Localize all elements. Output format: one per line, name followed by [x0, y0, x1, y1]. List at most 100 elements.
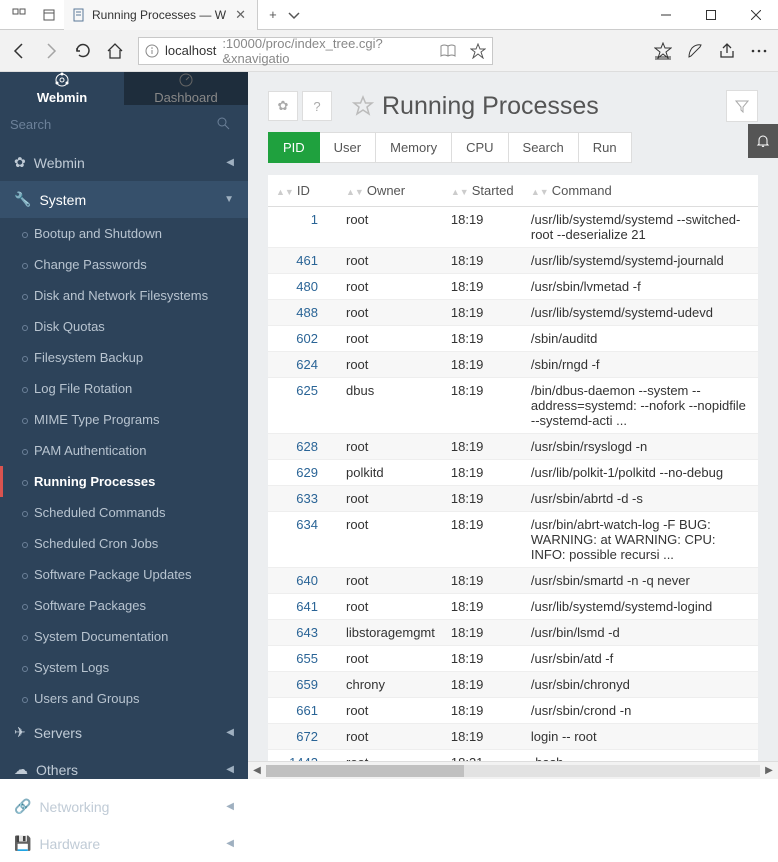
sidebar-item-filesystem-backup[interactable]: Filesystem Backup — [0, 342, 248, 373]
sidebar-item-software-package-updates[interactable]: Software Package Updates — [0, 559, 248, 590]
scroll-left-icon[interactable]: ◀ — [248, 765, 266, 776]
maximize-button[interactable] — [688, 0, 733, 30]
menu-group-networking[interactable]: 🔗Networking◀ — [0, 788, 248, 825]
address-bar[interactable]: localhost:10000/proc/index_tree.cgi?&xna… — [138, 37, 493, 65]
minimize-button[interactable] — [643, 0, 688, 30]
close-window-button[interactable] — [733, 0, 778, 30]
pid-link[interactable]: 488 — [296, 305, 318, 320]
pid-link[interactable]: 634 — [296, 517, 318, 532]
help-button[interactable]: ? — [302, 91, 332, 121]
new-tab-button[interactable]: + — [258, 7, 288, 22]
menu-group-system[interactable]: 🔧 System▼ — [0, 181, 248, 218]
table-row: 661root18:19/usr/sbin/crond -n — [268, 698, 758, 724]
command-cell: /bin/dbus-daemon --system --address=syst… — [523, 378, 758, 434]
share-button[interactable] — [718, 42, 736, 60]
sidebar-item-pam-authentication[interactable]: PAM Authentication — [0, 435, 248, 466]
pid-cell: 488 — [268, 300, 338, 326]
table-row: 655root18:19/usr/sbin/atd -f — [268, 646, 758, 672]
pid-link[interactable]: 643 — [296, 625, 318, 640]
pid-link[interactable]: 655 — [296, 651, 318, 666]
pill-memory[interactable]: Memory — [376, 132, 452, 163]
pid-link[interactable]: 640 — [296, 573, 318, 588]
page-icon — [72, 8, 86, 22]
sidebar-tab-webmin[interactable]: Webmin — [0, 72, 124, 105]
started-cell: 18:19 — [443, 724, 523, 750]
sidebar-item-users-and-groups[interactable]: Users and Groups — [0, 683, 248, 714]
sidebar-search-input[interactable] — [10, 111, 238, 138]
cloud-icon: ☁ — [14, 761, 28, 778]
pid-link[interactable]: 480 — [296, 279, 318, 294]
owner-cell: root — [338, 750, 443, 762]
table-row: 643libstoragemgmt18:19/usr/bin/lsmd -d — [268, 620, 758, 646]
sidebar-item-software-packages[interactable]: Software Packages — [0, 590, 248, 621]
sidebar-tab-dashboard[interactable]: Dashboard — [124, 72, 248, 105]
refresh-button[interactable] — [74, 42, 92, 60]
pid-link[interactable]: 625 — [296, 383, 318, 398]
sidebar-item-system-logs[interactable]: System Logs — [0, 652, 248, 683]
pid-cell: 1442 — [268, 750, 338, 762]
sidebar-item-scheduled-cron-jobs[interactable]: Scheduled Cron Jobs — [0, 528, 248, 559]
sidebar-item-bootup-and-shutdown[interactable]: Bootup and Shutdown — [0, 218, 248, 249]
search-icon[interactable] — [217, 117, 230, 130]
pill-run[interactable]: Run — [579, 132, 632, 163]
pid-cell: 655 — [268, 646, 338, 672]
pid-link[interactable]: 628 — [296, 439, 318, 454]
owner-cell: root — [338, 207, 443, 248]
pid-link[interactable]: 629 — [296, 465, 318, 480]
scroll-right-icon[interactable]: ▶ — [760, 765, 778, 776]
menu-group-others[interactable]: ☁Others◀ — [0, 751, 248, 788]
column-command[interactable]: ▲▼Command — [523, 175, 758, 207]
column-id[interactable]: ▲▼ID — [268, 175, 338, 207]
site-info-icon[interactable] — [145, 44, 159, 58]
owner-cell: root — [338, 568, 443, 594]
notifications-button[interactable] — [748, 124, 778, 158]
sidebar-item-log-file-rotation[interactable]: Log File Rotation — [0, 373, 248, 404]
forward-button[interactable] — [42, 42, 60, 60]
pill-cpu[interactable]: CPU — [452, 132, 508, 163]
sidebar-item-disk-and-network-filesystems[interactable]: Disk and Network Filesystems — [0, 280, 248, 311]
tab-close-button[interactable]: ✕ — [232, 7, 249, 23]
column-owner[interactable]: ▲▼Owner — [338, 175, 443, 207]
menu-group-hardware[interactable]: 💾Hardware◀ — [0, 825, 248, 862]
recent-activity-icon[interactable] — [4, 0, 34, 30]
pid-link[interactable]: 624 — [296, 357, 318, 372]
pill-user[interactable]: User — [320, 132, 376, 163]
favorites-button[interactable] — [654, 42, 672, 60]
pid-link[interactable]: 641 — [296, 599, 318, 614]
table-row: 624root18:19/sbin/rngd -f — [268, 352, 758, 378]
pill-search[interactable]: Search — [509, 132, 579, 163]
favorite-icon[interactable] — [352, 95, 374, 117]
pid-link[interactable]: 1 — [311, 212, 318, 227]
set-aside-tabs-icon[interactable] — [34, 0, 64, 30]
browser-tab[interactable]: Running Processes — W ✕ — [64, 0, 258, 30]
column-started[interactable]: ▲▼Started — [443, 175, 523, 207]
pid-cell: 602 — [268, 326, 338, 352]
favorite-star-icon[interactable] — [470, 43, 486, 59]
pid-link[interactable]: 661 — [296, 703, 318, 718]
sidebar-item-change-passwords[interactable]: Change Passwords — [0, 249, 248, 280]
pid-link[interactable]: 672 — [296, 729, 318, 744]
notes-button[interactable] — [686, 42, 704, 60]
pid-link[interactable]: 659 — [296, 677, 318, 692]
home-button[interactable] — [106, 42, 124, 60]
pid-link[interactable]: 461 — [296, 253, 318, 268]
sidebar-item-mime-type-programs[interactable]: MIME Type Programs — [0, 404, 248, 435]
webmin-icon — [54, 72, 70, 88]
menu-group-webmin[interactable]: ✿ Webmin◀ — [0, 144, 248, 181]
command-cell: /usr/sbin/lvmetad -f — [523, 274, 758, 300]
pid-link[interactable]: 633 — [296, 491, 318, 506]
back-button[interactable] — [10, 42, 28, 60]
filter-button[interactable] — [726, 90, 758, 122]
reading-view-icon[interactable] — [440, 44, 456, 58]
sidebar-item-system-documentation[interactable]: System Documentation — [0, 621, 248, 652]
more-button[interactable] — [750, 42, 768, 60]
menu-group-servers[interactable]: ✈Servers◀ — [0, 714, 248, 751]
pill-pid[interactable]: PID — [268, 132, 320, 163]
sidebar-item-running-processes[interactable]: Running Processes — [0, 466, 248, 497]
sidebar-item-scheduled-commands[interactable]: Scheduled Commands — [0, 497, 248, 528]
sidebar-item-disk-quotas[interactable]: Disk Quotas — [0, 311, 248, 342]
horizontal-scrollbar[interactable]: ◀ ▶ — [248, 761, 778, 779]
settings-button[interactable]: ✿ — [268, 91, 298, 121]
pid-link[interactable]: 602 — [296, 331, 318, 346]
tab-expand-button[interactable] — [288, 9, 318, 21]
